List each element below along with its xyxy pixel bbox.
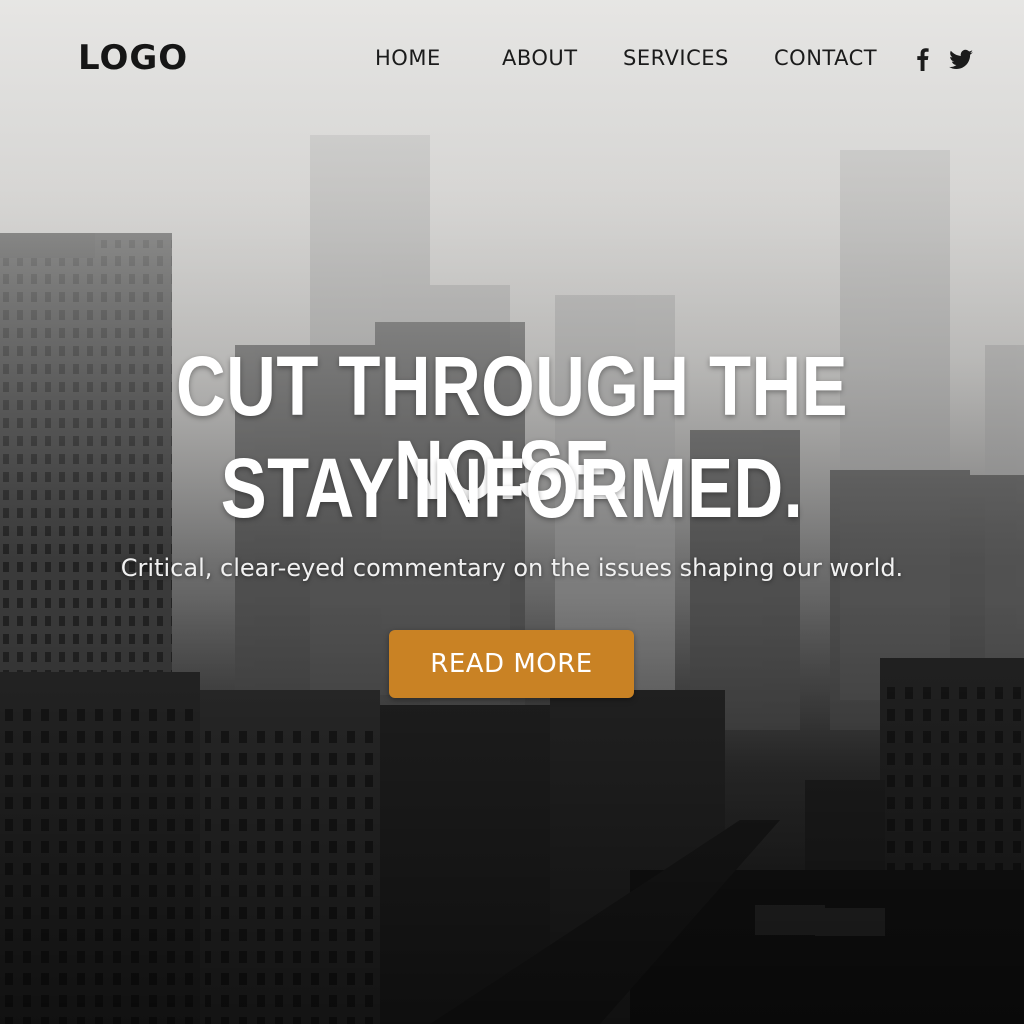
read-more-button[interactable]: READ MORE (389, 630, 634, 698)
hero-subtitle: Critical, clear-eyed commentary on the i… (120, 554, 904, 582)
hero-section: LOGO HOME ABOUT SERVICES CONTACT CUT THR… (0, 0, 1024, 1024)
nav-home[interactable]: HOME (375, 46, 441, 70)
nav-about[interactable]: ABOUT (502, 46, 578, 70)
facebook-icon[interactable] (908, 44, 938, 74)
site-logo[interactable]: LOGO (78, 38, 188, 78)
nav-contact[interactable]: CONTACT (774, 46, 877, 70)
hero-headline-line2: STAY INFORMED. (220, 441, 804, 535)
twitter-icon[interactable] (946, 44, 976, 74)
nav-services[interactable]: SERVICES (623, 46, 729, 70)
